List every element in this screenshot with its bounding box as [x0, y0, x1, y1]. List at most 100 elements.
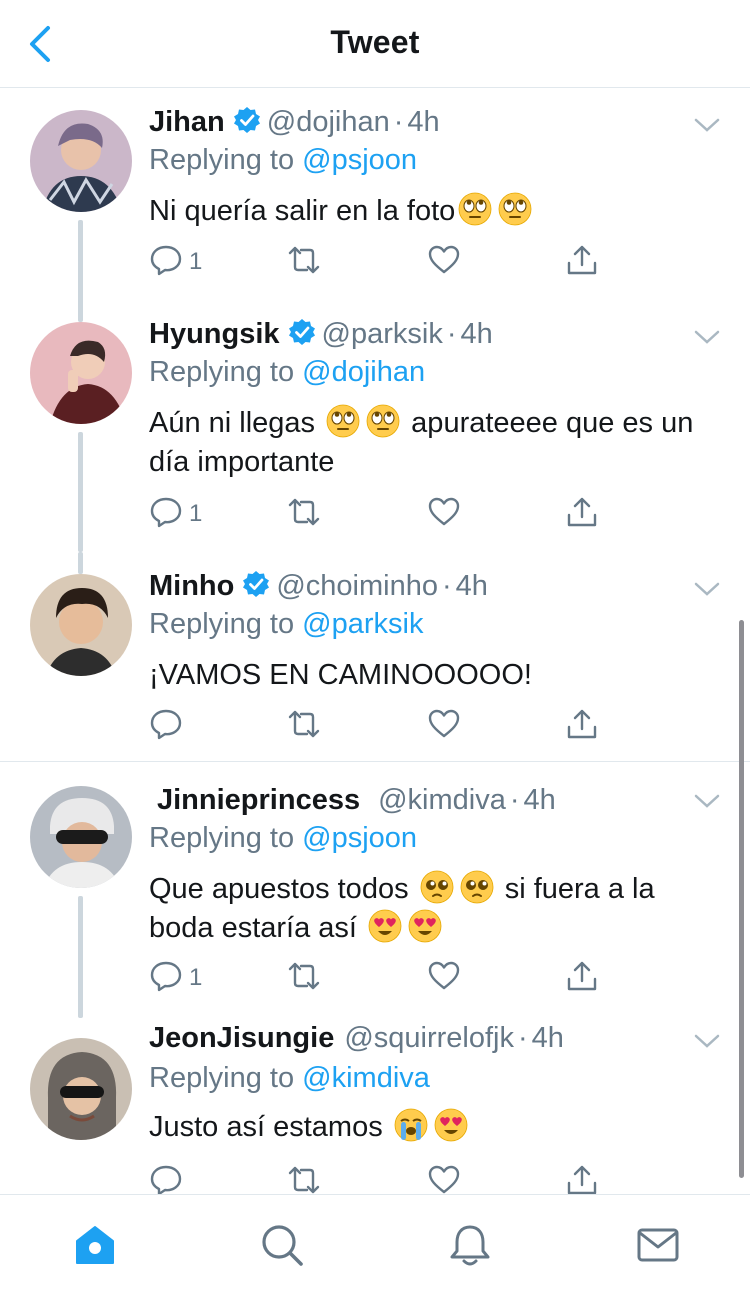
- share-icon: [565, 243, 599, 282]
- mention-link[interactable]: @parksik: [302, 608, 423, 640]
- like-button[interactable]: [427, 494, 461, 534]
- tweet-header: Minho @choiminho · 4h: [149, 570, 488, 610]
- timestamp: 4h: [455, 570, 488, 602]
- reply-button[interactable]: 1: [149, 242, 202, 282]
- chevron-down-icon[interactable]: [692, 322, 722, 352]
- user-handle[interactable]: @kimdiva: [378, 784, 506, 816]
- heart-eyes-emoji-icon: [408, 909, 442, 943]
- heart-icon: [427, 495, 461, 534]
- user-handle[interactable]: @choiminho: [276, 570, 438, 602]
- retweet-button[interactable]: [287, 958, 321, 998]
- thread-divider: [0, 761, 750, 762]
- tweet-actions: [149, 706, 619, 746]
- replying-to-line: Replying to @kimdiva: [149, 1062, 430, 1095]
- like-button[interactable]: [427, 1162, 461, 1194]
- rolling-eyes-emoji-icon: [458, 192, 492, 226]
- rolling-eyes-emoji-icon: [326, 404, 360, 438]
- search-icon[interactable]: [258, 1221, 306, 1269]
- like-button[interactable]: [427, 958, 461, 998]
- tweet-actions: 1: [149, 958, 619, 998]
- tweet-item[interactable]: JeonJisungie @squirrelofjk · 4h Replying to…: [0, 1016, 750, 1194]
- share-button[interactable]: [565, 494, 599, 534]
- reply-icon: [149, 959, 183, 998]
- share-icon: [565, 959, 599, 998]
- display-name[interactable]: JeonJisungie: [149, 1022, 334, 1054]
- reply-count: 1: [189, 964, 203, 991]
- replying-to-line: Replying to @psjoon: [149, 822, 417, 855]
- tweet-actions: [149, 1162, 619, 1194]
- replying-to-label: Replying to: [149, 1062, 295, 1094]
- tweet-header: Jinnieprincess @kimdiva · 4h: [157, 784, 556, 824]
- share-button[interactable]: [565, 1162, 599, 1194]
- timestamp: 4h: [460, 318, 493, 350]
- mention-link[interactable]: @dojihan: [302, 356, 425, 388]
- reply-button[interactable]: [149, 1162, 189, 1194]
- retweet-icon: [287, 243, 321, 282]
- heart-icon: [427, 1163, 461, 1195]
- user-handle[interactable]: @dojihan: [267, 106, 390, 138]
- pleading-face-emoji-icon: [420, 870, 454, 904]
- mention-link[interactable]: @psjoon: [302, 144, 417, 176]
- chevron-down-icon[interactable]: [692, 574, 722, 604]
- tweet-header: JeonJisungie @squirrelofjk · 4h: [149, 1022, 564, 1062]
- thread-connector: [78, 896, 83, 1018]
- retweet-icon: [287, 959, 321, 998]
- rolling-eyes-emoji-icon: [366, 404, 400, 438]
- tweet-item[interactable]: Hyungsik @parksik · 4h Replying to @dojihan…: [0, 300, 750, 552]
- heart-eyes-emoji-icon: [368, 909, 402, 943]
- mention-link[interactable]: @kimdiva: [302, 1062, 430, 1094]
- reply-icon: [149, 707, 183, 746]
- display-name[interactable]: Jihan: [149, 106, 225, 138]
- retweet-button[interactable]: [287, 242, 321, 282]
- notifications-bell-icon[interactable]: [446, 1221, 494, 1269]
- tweet-item[interactable]: Jinnieprincess @kimdiva · 4h Replying to @p…: [0, 764, 750, 1018]
- messages-envelope-icon[interactable]: [634, 1221, 682, 1269]
- rolling-eyes-emoji-icon: [498, 192, 532, 226]
- reply-count: 1: [189, 500, 203, 527]
- share-icon: [565, 1163, 599, 1195]
- chevron-down-icon[interactable]: [692, 110, 722, 140]
- heart-eyes-emoji-icon: [434, 1108, 468, 1142]
- share-button[interactable]: [565, 706, 599, 746]
- display-name[interactable]: Jinnieprincess: [157, 784, 360, 816]
- thread-connector: [78, 432, 83, 552]
- avatar[interactable]: [30, 110, 132, 212]
- avatar[interactable]: [30, 786, 132, 888]
- bottom-tab-bar: [0, 1194, 750, 1294]
- user-handle[interactable]: @parksik: [322, 318, 443, 350]
- share-icon: [565, 495, 599, 534]
- mention-link[interactable]: @psjoon: [302, 822, 417, 854]
- tweet-item[interactable]: Jihan @dojihan · 4h Replying to @psjoon Ni …: [0, 88, 750, 312]
- retweet-button[interactable]: [287, 494, 321, 534]
- scrollbar[interactable]: [739, 620, 744, 1178]
- display-name[interactable]: Hyungsik: [149, 318, 280, 350]
- share-button[interactable]: [565, 242, 599, 282]
- chevron-down-icon[interactable]: [692, 786, 722, 816]
- tweet-text: Que apuestos todos si fuera a la boda es…: [149, 870, 724, 948]
- avatar[interactable]: [30, 322, 132, 424]
- timestamp: 4h: [407, 106, 440, 138]
- separator-dot: ·: [393, 106, 404, 138]
- reply-icon: [149, 495, 183, 534]
- tweet-text: Aún ni llegas apurateeee que es un día i…: [149, 404, 724, 482]
- reply-button[interactable]: 1: [149, 494, 202, 534]
- reply-button[interactable]: 1: [149, 958, 202, 998]
- reply-icon: [149, 1163, 183, 1194]
- user-handle[interactable]: @squirrelofjk: [344, 1022, 514, 1054]
- retweet-button[interactable]: [287, 706, 321, 746]
- retweet-button[interactable]: [287, 1162, 321, 1194]
- tweet-text: Justo así estamos: [149, 1108, 724, 1147]
- chevron-down-icon[interactable]: [692, 1026, 722, 1056]
- tweet-text-part: Aún ni llegas: [149, 407, 324, 439]
- like-button[interactable]: [427, 706, 461, 746]
- tweet-item[interactable]: Minho @choiminho · 4h Replying to @parksik …: [0, 552, 750, 762]
- display-name[interactable]: Minho: [149, 570, 234, 602]
- like-button[interactable]: [427, 242, 461, 282]
- timestamp: 4h: [523, 784, 556, 816]
- reply-button[interactable]: [149, 706, 189, 746]
- avatar[interactable]: [30, 574, 132, 676]
- home-icon[interactable]: [71, 1221, 119, 1269]
- heart-icon: [427, 959, 461, 998]
- avatar[interactable]: [30, 1038, 132, 1140]
- share-button[interactable]: [565, 958, 599, 998]
